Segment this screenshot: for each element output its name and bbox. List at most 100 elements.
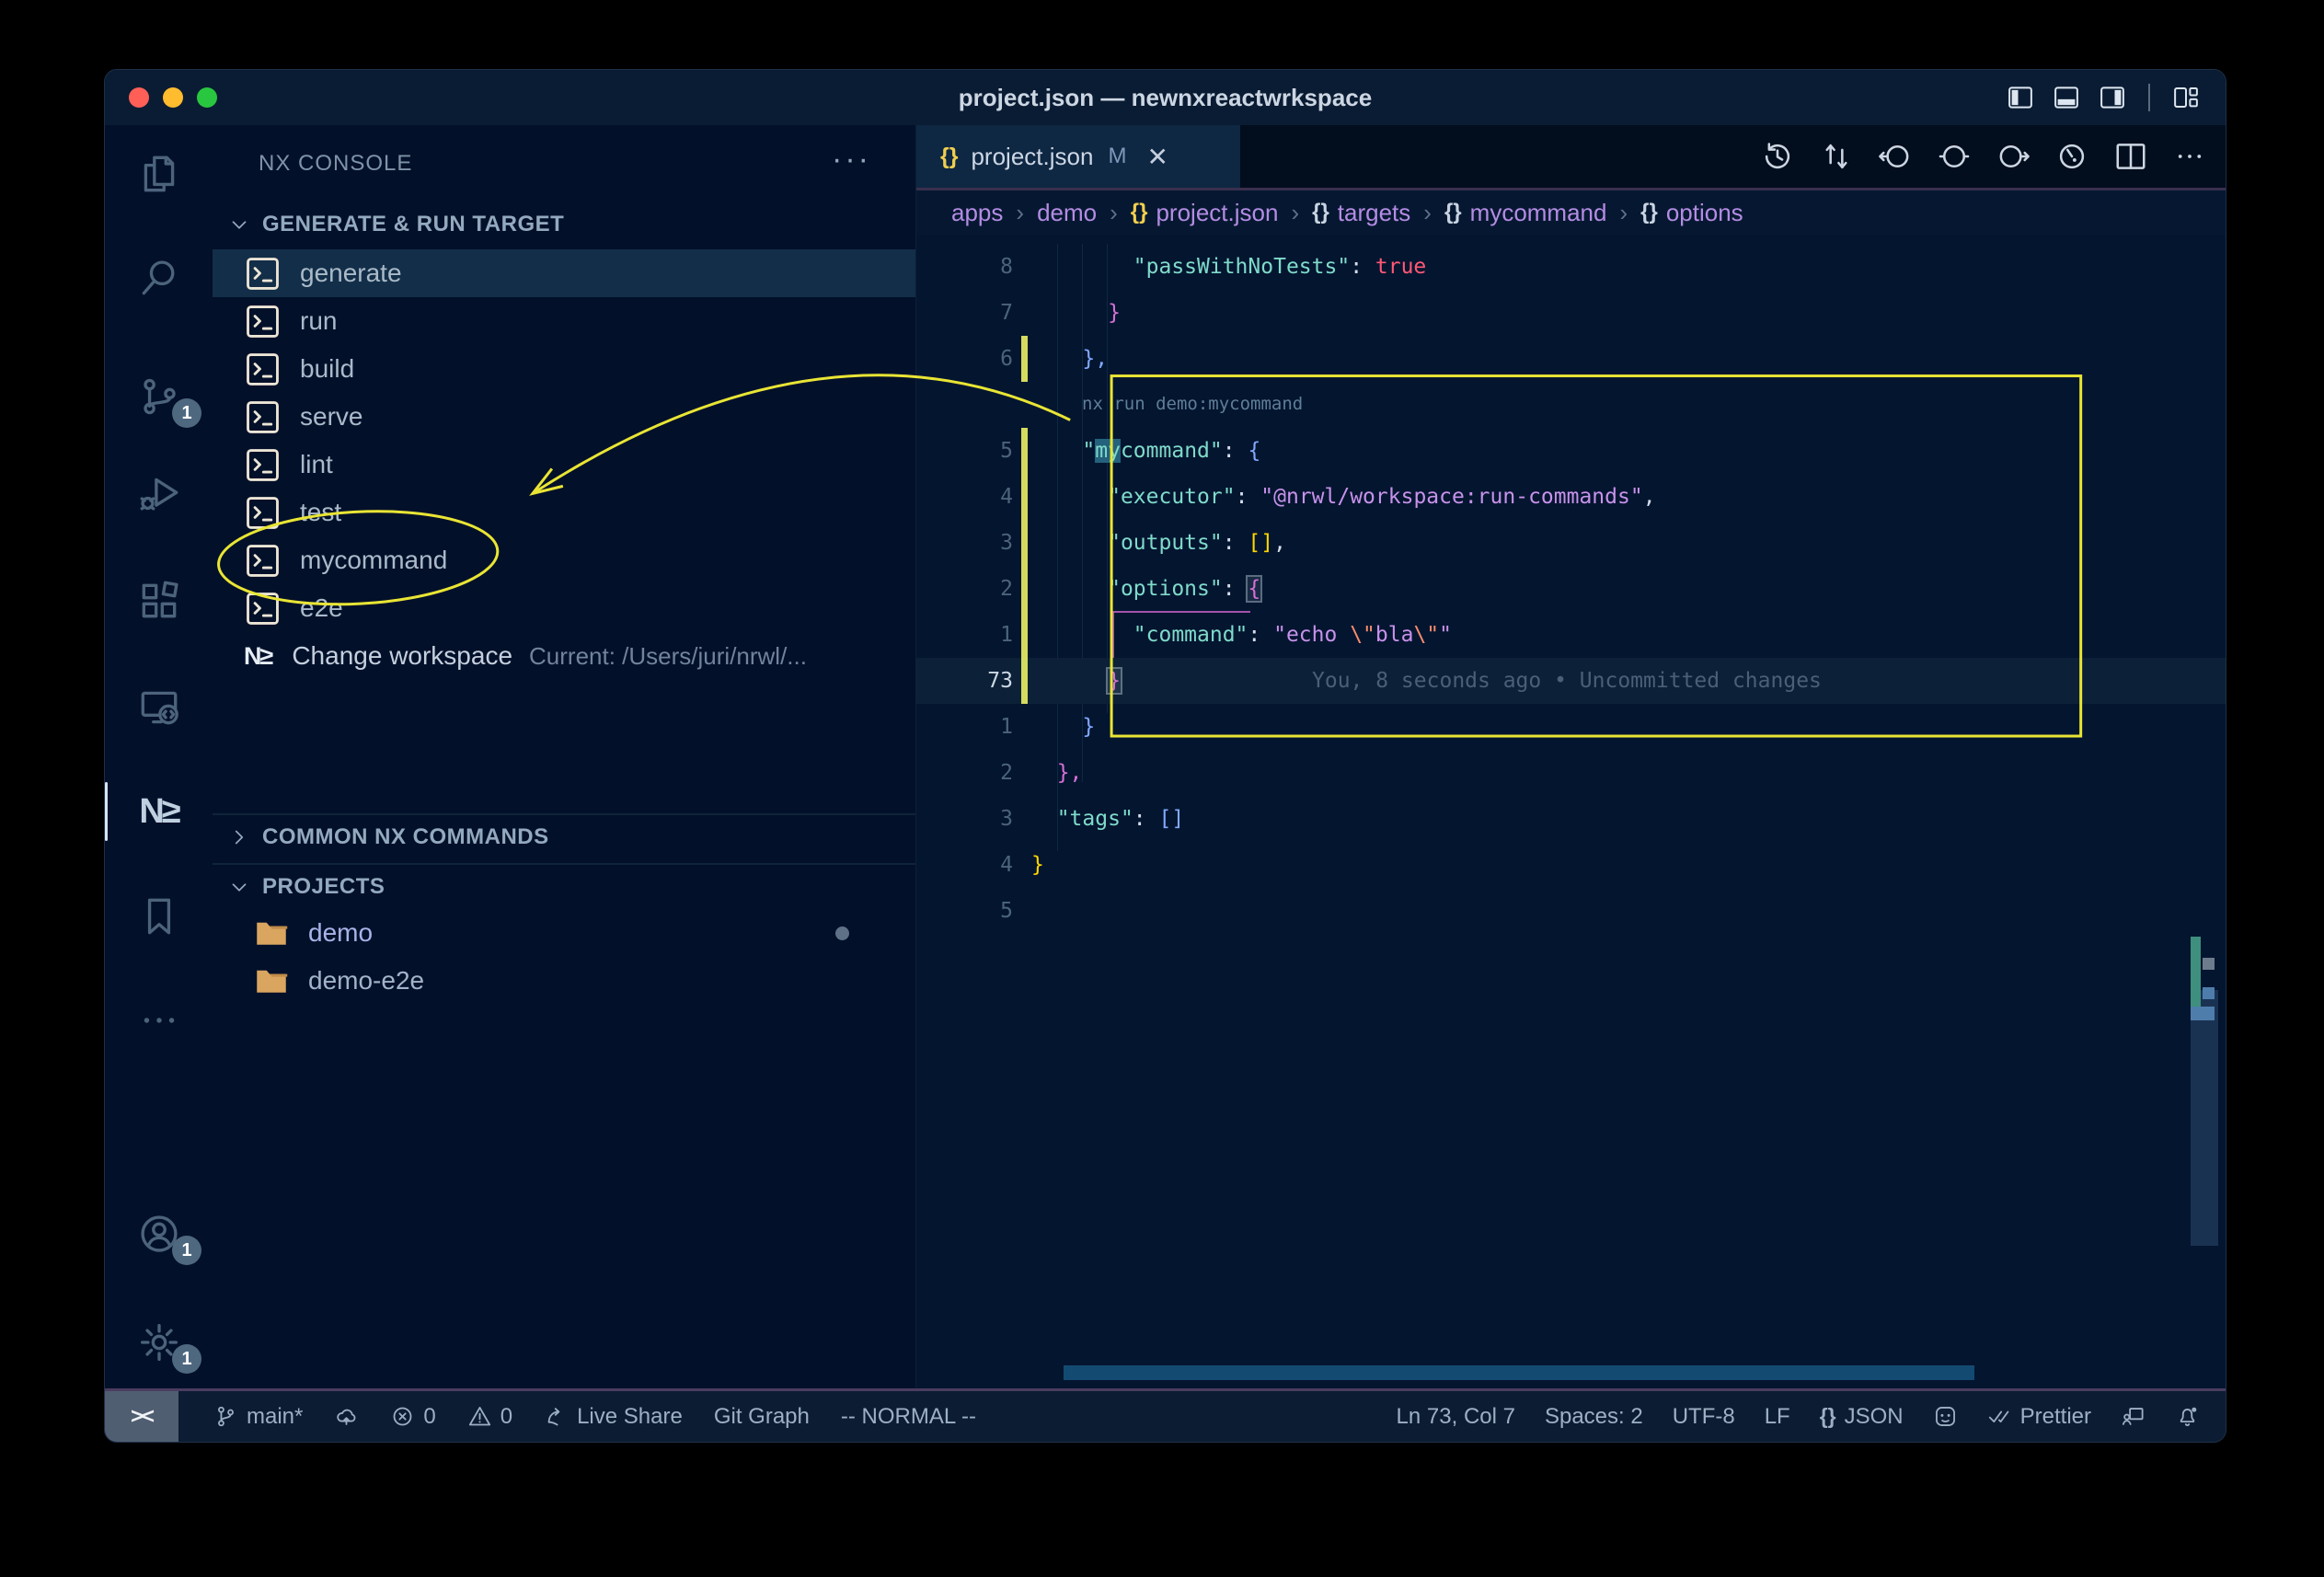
breadcrumb-item-apps[interactable]: apps: [951, 199, 1003, 227]
status-formatter-prettier[interactable]: Prettier: [1987, 1404, 2091, 1430]
code-line[interactable]: 2 "options": {: [916, 566, 2226, 612]
target-item-serve[interactable]: serve: [213, 393, 915, 441]
project-item-demo-e2e[interactable]: demo-e2e: [213, 957, 915, 1005]
activity-item-bookmarks[interactable]: [105, 891, 213, 942]
status-github[interactable]: [1933, 1404, 1958, 1429]
breadcrumb-item-demo[interactable]: demo: [1037, 199, 1097, 227]
section-generate-run-target[interactable]: GENERATE & RUN TARGET: [213, 204, 915, 245]
target-item-generate[interactable]: generate: [213, 249, 915, 297]
tab-project-json[interactable]: {} project.json M ✕: [916, 125, 1240, 188]
gutter-modified-indicator: [1021, 566, 1028, 612]
project-label: demo: [308, 918, 373, 948]
code-text: },: [1031, 336, 1108, 382]
codelens-line[interactable]: nx run demo:mycommand: [916, 382, 2226, 428]
code-line[interactable]: 4}: [916, 842, 2226, 888]
status-feedback[interactable]: [2121, 1404, 2146, 1429]
traffic-lights: [129, 87, 217, 108]
status-problems-errors[interactable]: 0: [390, 1404, 435, 1430]
line-number: 3: [916, 520, 1013, 566]
status-problems-warnings[interactable]: 0: [467, 1404, 512, 1430]
activity-item-nx-console[interactable]: N≥: [105, 786, 213, 837]
horizontal-scrollbar[interactable]: [1064, 1365, 1974, 1380]
code-line[interactable]: 6 },: [916, 336, 2226, 382]
terminal-icon: [246, 592, 280, 626]
zoom-window-button[interactable]: [197, 87, 217, 108]
customize-layout-icon[interactable]: [2170, 84, 2202, 111]
project-item-demo[interactable]: demo: [213, 909, 915, 957]
code-editor[interactable]: 8 "passWithNoTests": true7 }6 },nx run d…: [916, 235, 2226, 1388]
split-editor-icon[interactable]: [2113, 139, 2148, 174]
breadcrumb-item-options[interactable]: {}options: [1640, 199, 1743, 227]
status-cursor-position[interactable]: Ln 73, Col 7: [1397, 1404, 1515, 1430]
code-line[interactable]: 3 "outputs": [],: [916, 520, 2226, 566]
section-projects[interactable]: PROJECTS: [213, 863, 915, 909]
status-notifications[interactable]: [2175, 1404, 2200, 1429]
breadcrumb-item-mycommand[interactable]: {}mycommand: [1444, 199, 1607, 227]
close-window-button[interactable]: [129, 87, 149, 108]
status-indentation[interactable]: Spaces: 2: [1545, 1404, 1643, 1430]
breadcrumb-item-targets[interactable]: {}targets: [1312, 199, 1410, 227]
code-line[interactable]: 73 }You, 8 seconds ago • Uncommitted cha…: [916, 658, 2226, 704]
target-item-e2e[interactable]: e2e: [213, 584, 915, 632]
code-line[interactable]: 1 }: [916, 704, 2226, 750]
file-history-icon[interactable]: [2054, 139, 2089, 174]
section-common-nx-commands[interactable]: COMMON NX COMMANDS: [213, 813, 915, 859]
git-blame-annotation: You, 8 seconds ago • Uncommitted changes: [1312, 658, 1822, 704]
activity-item-more-views[interactable]: [105, 995, 213, 1046]
status-label: Prettier: [2020, 1404, 2091, 1430]
previous-change-icon[interactable]: [1878, 139, 1913, 174]
toggle-panel-icon[interactable]: [2051, 84, 2082, 111]
vertical-scrollbar[interactable]: [2191, 990, 2218, 1246]
codelens-run-command[interactable]: nx run demo:mycommand: [1082, 382, 1303, 426]
code-line[interactable]: 5 "mycommand": {: [916, 428, 2226, 474]
status-remote-indicator[interactable]: ><: [105, 1391, 178, 1442]
next-change-icon[interactable]: [1996, 139, 2031, 174]
status-encoding[interactable]: UTF-8: [1673, 1404, 1735, 1430]
status-sync-changes[interactable]: [334, 1404, 359, 1429]
target-item-mycommand[interactable]: mycommand: [213, 536, 915, 584]
code-line[interactable]: 4 "executor": "@nrwl/workspace:run-comma…: [916, 474, 2226, 520]
target-item-run[interactable]: run: [213, 297, 915, 345]
target-item-lint[interactable]: lint: [213, 441, 915, 489]
badge: 1: [172, 1344, 201, 1374]
status-git-graph[interactable]: Git Graph: [714, 1404, 810, 1430]
open-changes-icon[interactable]: [1819, 139, 1854, 174]
line-number: 4: [916, 842, 1013, 888]
activity-item-accounts[interactable]: 1: [105, 1208, 213, 1260]
code-line[interactable]: 5: [916, 888, 2226, 934]
change-workspace-label: Change workspace: [292, 641, 512, 671]
activity-item-settings[interactable]: 1: [105, 1317, 213, 1368]
toggle-secondary-sidebar-icon[interactable]: [2097, 84, 2128, 111]
target-item-test[interactable]: test: [213, 489, 915, 536]
code-line[interactable]: 3 "tags": []: [916, 796, 2226, 842]
chevron-down-icon: [227, 875, 251, 899]
code-line[interactable]: 8 "passWithNoTests": true: [916, 244, 2226, 290]
braces-icon: {}: [1820, 1404, 1836, 1429]
line-number: 2: [916, 566, 1013, 612]
breadcrumb-item-project.json[interactable]: {}project.json: [1131, 199, 1279, 227]
search-icon: [136, 255, 182, 301]
status-language-mode[interactable]: {}JSON: [1820, 1404, 1904, 1430]
terminal-icon: [246, 305, 280, 339]
status-live-share[interactable]: Live Share: [544, 1404, 683, 1430]
change-workspace-item[interactable]: N≥ Change workspace Current: /Users/juri…: [213, 632, 915, 680]
toggle-primary-sidebar-icon[interactable]: [2005, 84, 2036, 111]
sidebar-more-actions-icon[interactable]: ···: [832, 142, 871, 178]
activity-item-extensions[interactable]: [105, 575, 213, 627]
activity-item-source-control[interactable]: 1: [105, 371, 213, 422]
open-revision-icon[interactable]: [1937, 139, 1972, 174]
close-tab-icon[interactable]: ✕: [1146, 142, 1168, 172]
minimize-window-button[interactable]: [163, 87, 183, 108]
code-line[interactable]: 7 }: [916, 290, 2226, 336]
activity-item-remote-explorer[interactable]: [105, 682, 213, 733]
timeline-history-icon[interactable]: [1760, 139, 1795, 174]
target-item-build[interactable]: build: [213, 345, 915, 393]
status-eol-sequence[interactable]: LF: [1765, 1404, 1790, 1430]
activity-item-explorer[interactable]: [105, 148, 213, 200]
status-vim-mode[interactable]: -- NORMAL --: [841, 1404, 976, 1430]
status-git-branch[interactable]: main*: [213, 1404, 303, 1430]
activity-item-search[interactable]: [105, 252, 213, 304]
activity-item-run-and-debug[interactable]: [105, 468, 213, 520]
more-actions-icon[interactable]: [2172, 139, 2207, 174]
code-line[interactable]: 2 },: [916, 750, 2226, 796]
